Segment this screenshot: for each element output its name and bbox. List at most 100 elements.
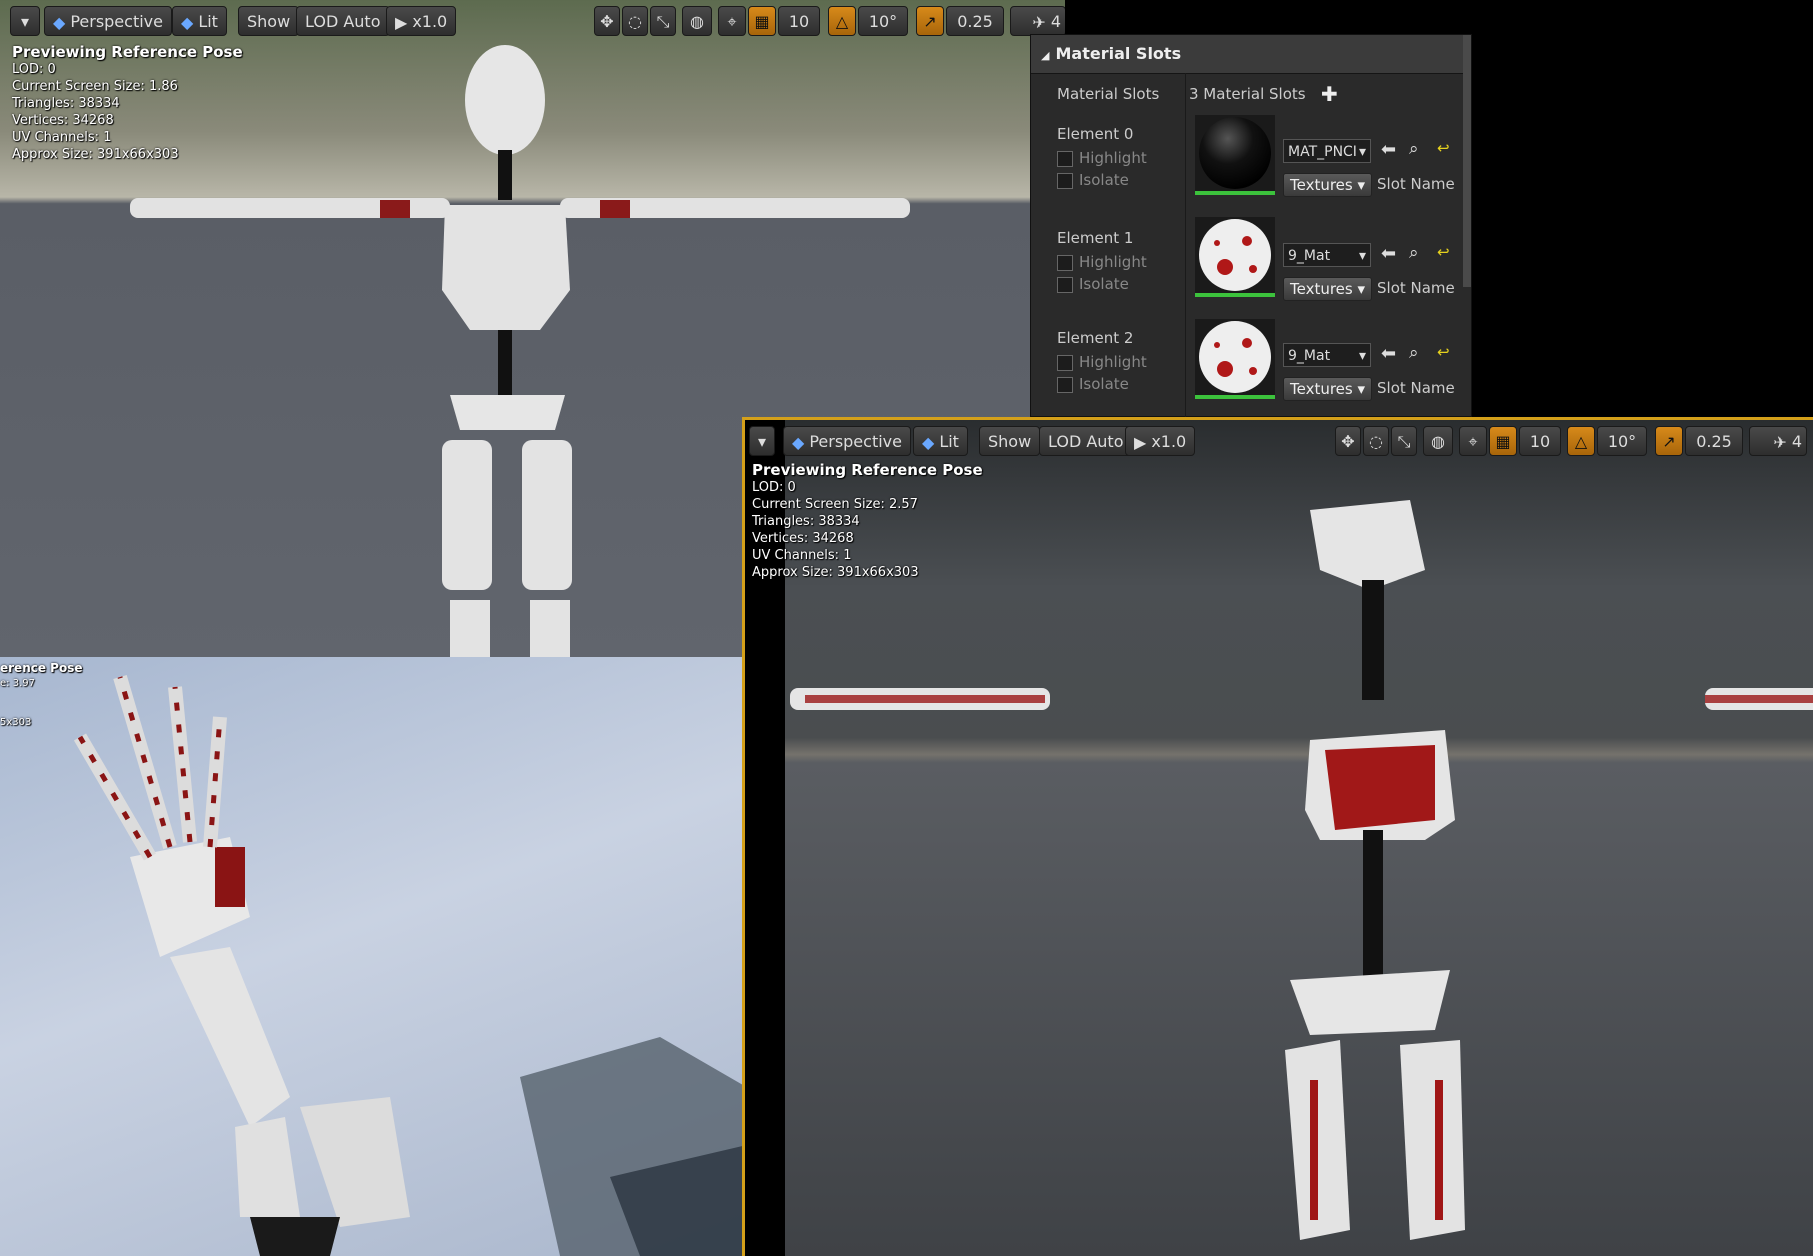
reset-icon[interactable]: ↩ [1437, 243, 1450, 261]
search-icon[interactable]: ⌕ [1409, 139, 1419, 159]
show-button[interactable]: Show [979, 426, 1041, 456]
grid-snap-toggle[interactable]: ▦ [748, 6, 776, 36]
dropdown-icon: ▾ [1358, 144, 1366, 160]
viewport-info-overlay: Previewing Reference Pose LOD: 0 Current… [12, 44, 243, 163]
world-local-button[interactable]: ◍ [1423, 426, 1453, 456]
viewport-bottom-left[interactable]: erence Pose e: 3.97 5x303 [0, 657, 781, 1256]
scale-snap-icon: ↗ [923, 12, 937, 31]
info-line: LOD: 0 [752, 480, 796, 495]
info-line: Vertices: 34268 [12, 113, 114, 128]
info-line: 5x303 [0, 717, 32, 728]
angle-snap-toggle[interactable]: △ [1567, 426, 1595, 456]
textures-dropdown[interactable]: Textures ▾ [1283, 173, 1373, 197]
reset-icon[interactable]: ↩ [1437, 139, 1450, 157]
grid-size-button[interactable]: 10 [1519, 426, 1561, 456]
element-label: Element 2 [1057, 329, 1134, 347]
play-icon: ▶ [1134, 432, 1147, 452]
globe-icon: ◍ [690, 12, 704, 31]
camera-speed-button[interactable]: ✈ 4 [1010, 6, 1065, 36]
perspective-button[interactable]: ◆ Perspective [783, 426, 911, 456]
dropdown-icon: ▾ [1357, 176, 1366, 194]
angle-size-button[interactable]: 10° [1597, 426, 1647, 456]
lit-button[interactable]: ◆ Lit [913, 426, 968, 456]
dropdown-icon: ▾ [757, 432, 767, 451]
search-icon[interactable]: ⌕ [1409, 243, 1419, 263]
panel-header[interactable]: ◢ Material Slots [1031, 35, 1471, 74]
scale-size-button[interactable]: 0.25 [946, 6, 1004, 36]
surface-snap-button[interactable]: ⌖ [718, 6, 746, 36]
arrow-left-icon[interactable]: ⬅ [1381, 139, 1396, 160]
angle-size-button[interactable]: 10° [858, 6, 908, 36]
angle-icon: △ [835, 12, 849, 31]
camera-speed-icon: ✈ [1773, 432, 1787, 452]
arrow-left-icon[interactable]: ⬅ [1381, 343, 1396, 364]
panel-scrollbar[interactable] [1463, 35, 1471, 287]
world-local-button[interactable]: ◍ [682, 6, 712, 36]
angle-snap-toggle[interactable]: △ [828, 6, 856, 36]
viewport-info-overlay: erence Pose e: 3.97 5x303 [0, 660, 83, 729]
translate-icon: ✥ [600, 12, 614, 31]
scale-icon: ⤡ [1397, 432, 1411, 451]
surface-snap-icon: ⌖ [727, 12, 737, 31]
rotate-button[interactable]: ◌ [622, 6, 648, 36]
rotate-icon: ◌ [628, 12, 642, 31]
show-button[interactable]: Show [238, 6, 300, 36]
scale-snap-toggle[interactable]: ↗ [916, 6, 944, 36]
rotate-button[interactable]: ◌ [1363, 426, 1389, 456]
playback-speed-button[interactable]: ▶ x1.0 [386, 6, 457, 36]
info-line: UV Channels: 1 [752, 548, 852, 563]
scale-snap-toggle[interactable]: ↗ [1655, 426, 1683, 456]
angle-icon: △ [1574, 432, 1588, 451]
viewport-bottom-right[interactable]: ▾ ◆ Perspective ◆ Lit Show LOD Auto ▶ x1.0 … [742, 417, 1813, 1256]
grid-icon: ▦ [1495, 432, 1511, 451]
camera-speed-icon: ✈ [1032, 12, 1046, 32]
hand-arm-model [73, 675, 781, 1256]
scale-size-button[interactable]: 0.25 [1685, 426, 1743, 456]
surface-snap-button[interactable]: ⌖ [1459, 426, 1487, 456]
lit-button[interactable]: ◆ Lit [172, 6, 227, 36]
highlight-checkbox[interactable]: Highlight [1057, 149, 1147, 167]
material-thumbnail[interactable] [1195, 115, 1275, 195]
playback-speed-button[interactable]: ▶ x1.0 [1125, 426, 1196, 456]
textures-dropdown[interactable]: Textures ▾ [1283, 277, 1373, 301]
translate-icon: ✥ [1341, 432, 1355, 451]
grid-snap-toggle[interactable]: ▦ [1489, 426, 1517, 456]
add-icon[interactable]: ✚ [1321, 77, 1338, 111]
viewport-toolbar: ▾ ◆ Perspective ◆ Lit Show LOD Auto ▶ x1.0 … [749, 426, 1807, 458]
perspective-button[interactable]: ◆ Perspective [44, 6, 172, 36]
reset-icon[interactable]: ↩ [1437, 343, 1450, 361]
material-slots-label: Material Slots [1057, 85, 1160, 103]
options-dropdown-button[interactable]: ▾ [10, 6, 40, 36]
play-icon: ▶ [395, 12, 408, 32]
info-line: Current Screen Size: 2.57 [752, 497, 918, 512]
textures-dropdown[interactable]: Textures ▾ [1283, 377, 1373, 401]
options-dropdown-button[interactable]: ▾ [749, 426, 775, 456]
slot-name-label: Slot Name [1377, 379, 1455, 397]
dropdown-icon: ▾ [1358, 348, 1366, 364]
material-dropdown[interactable]: 9_Mat ▾ [1283, 243, 1371, 267]
highlight-checkbox[interactable]: Highlight [1057, 253, 1147, 271]
arrow-left-icon[interactable]: ⬅ [1381, 243, 1396, 264]
isolate-checkbox[interactable]: Isolate [1057, 375, 1129, 393]
lod-button[interactable]: LOD Auto [296, 6, 390, 36]
cube-icon: ◆ [53, 12, 66, 32]
camera-speed-button[interactable]: ✈ 4 [1749, 426, 1807, 456]
material-dropdown[interactable]: 9_Mat ▾ [1283, 343, 1371, 367]
slot-name-label: Slot Name [1377, 175, 1455, 193]
translate-button[interactable]: ✥ [594, 6, 620, 36]
scale-snap-icon: ↗ [1662, 432, 1676, 451]
grid-icon: ▦ [754, 12, 770, 31]
search-icon[interactable]: ⌕ [1409, 343, 1419, 363]
scale-button[interactable]: ⤡ [650, 6, 676, 36]
material-thumbnail[interactable] [1195, 217, 1275, 297]
material-dropdown[interactable]: MAT_PNCI ▾ [1283, 139, 1371, 163]
grid-size-button[interactable]: 10 [778, 6, 820, 36]
translate-button[interactable]: ✥ [1335, 426, 1361, 456]
dropdown-icon: ▾ [1357, 280, 1366, 298]
isolate-checkbox[interactable]: Isolate [1057, 275, 1129, 293]
isolate-checkbox[interactable]: Isolate [1057, 171, 1129, 189]
scale-button[interactable]: ⤡ [1391, 426, 1417, 456]
material-thumbnail[interactable] [1195, 319, 1275, 399]
lod-button[interactable]: LOD Auto [1039, 426, 1133, 456]
highlight-checkbox[interactable]: Highlight [1057, 353, 1147, 371]
